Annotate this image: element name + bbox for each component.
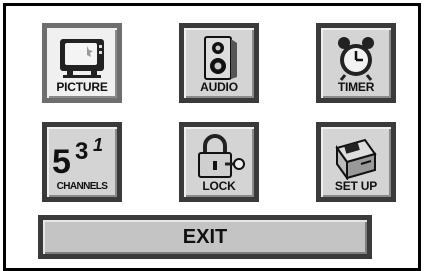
tv-icon	[47, 34, 117, 82]
audio-label: AUDIO	[200, 80, 238, 94]
setup-button[interactable]: SET UP	[316, 122, 396, 202]
picture-label: PICTURE	[56, 80, 108, 94]
svg-text:5: 5	[52, 143, 71, 179]
channel-numbers-icon: 5 3 1	[47, 133, 117, 181]
channels-button[interactable]: 5 3 1 CHANNELS	[42, 122, 122, 202]
lock-button[interactable]: LOCK	[179, 122, 259, 202]
alarm-clock-icon	[321, 34, 391, 82]
setup-label: SET UP	[334, 179, 378, 193]
timer-button[interactable]: TIMER	[316, 23, 396, 103]
audio-button[interactable]: AUDIO	[179, 23, 259, 103]
picture-button[interactable]: PICTURE	[42, 23, 122, 103]
exit-label: EXIT	[182, 225, 228, 248]
svg-text:3: 3	[75, 138, 88, 165]
padlock-key-icon	[184, 133, 254, 181]
timer-label: TIMER	[337, 80, 375, 94]
svg-text:1: 1	[93, 135, 103, 155]
lock-label: LOCK	[202, 179, 236, 193]
speaker-icon	[184, 34, 254, 82]
exit-button[interactable]: EXIT	[38, 215, 372, 259]
channels-label: CHANNELS	[56, 180, 108, 192]
setup-toolbox-icon	[321, 133, 391, 181]
